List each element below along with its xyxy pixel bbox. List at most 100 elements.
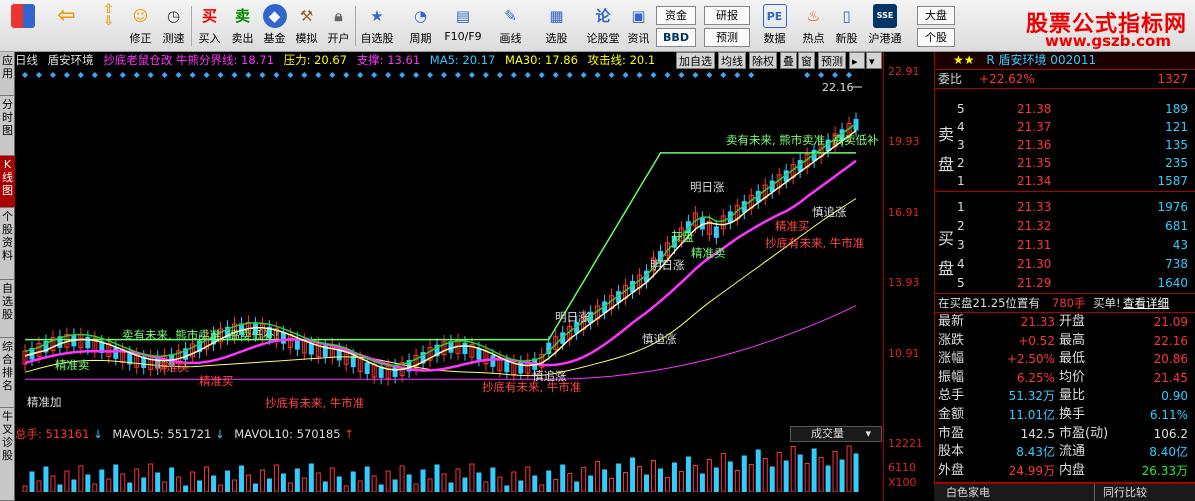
simulate-button[interactable]: ⚒ 模拟 (290, 4, 323, 50)
weibi-diff: 1327 (1157, 72, 1188, 86)
signal-diamond (259, 72, 266, 78)
open-account-button[interactable]: 🔒︎ 开户 (322, 4, 355, 50)
volume-bar (748, 464, 754, 492)
tab-timeshare[interactable]: 分时图 (0, 96, 15, 156)
add-watchlist-button[interactable]: 加自选 (676, 52, 715, 69)
signal-diamond (217, 72, 224, 78)
f10-button[interactable]: ▤ F10/F9 (442, 4, 484, 50)
sell-order-row[interactable]: 2 21.35 235 (935, 155, 1195, 171)
market-button[interactable]: 大盘 (917, 6, 955, 25)
research-button[interactable]: 研报 (704, 6, 750, 25)
order-volume: 235 (1165, 156, 1188, 170)
volume-bar (713, 467, 719, 492)
data-button[interactable]: PE 数据 (758, 4, 791, 50)
quote-label: 内盘 (1059, 462, 1086, 478)
sell-order-row[interactable]: 1 21.34 1587 (935, 173, 1195, 189)
tab-ranking[interactable]: 综合排名 (0, 338, 15, 408)
exright-button[interactable]: 除权 (749, 52, 777, 69)
bbd-button[interactable]: BBD (656, 28, 696, 47)
volume-dropdown[interactable]: 成交量 ▾ (790, 426, 882, 442)
refresh-button[interactable]: ☺ 修正 (124, 4, 157, 50)
order-level: 4 (957, 257, 965, 271)
hk-connect-button[interactable]: SSE 沪港通 (864, 4, 906, 50)
ma5-value: MA5: 20.17 (429, 53, 496, 67)
window-button[interactable]: 窗 (798, 52, 815, 69)
signal-diamond (189, 72, 196, 78)
tab-watchlist[interactable]: 自选股 (0, 280, 15, 338)
predict-button[interactable]: 预测 (818, 52, 846, 69)
order-price: 21.31 (1017, 238, 1052, 252)
forum-button[interactable]: 论 论股堂 (582, 4, 624, 50)
data-label: 数据 (763, 32, 786, 45)
expand-arrow-button[interactable]: ▸ (849, 52, 865, 69)
volume-bar (567, 473, 573, 492)
order-volume: 135 (1165, 138, 1188, 152)
grid-button[interactable] (6, 4, 39, 50)
down-arrow-icon: ↓ (214, 427, 225, 441)
order-price: 21.38 (1017, 102, 1052, 116)
volume-bar (399, 465, 405, 492)
back-arrow-icon: ⇦ (57, 3, 76, 28)
quote-row: 涨幅 +2.50% 最低 20.86 (935, 351, 1195, 367)
new-stock-button[interactable]: ▯ 新股 (830, 4, 863, 50)
peer-compare-tab[interactable]: 同行比较 (1094, 484, 1147, 501)
signal-diamond (315, 72, 322, 78)
kline-chart[interactable]: 22.16 卖有未来, 熊市卖准, 高卖低补! 卖有未来, 熊市卖准, 高卖低补… (15, 69, 883, 425)
chevron-down-icon: ▾ (865, 427, 872, 440)
sector-tab[interactable]: 白色家电 (946, 484, 990, 501)
tab-diagnosis[interactable]: 牛叉诊股 (0, 408, 15, 501)
volume-bar (637, 466, 643, 492)
back-button[interactable]: ⇦ (50, 4, 83, 50)
signal-buy-label-3: 精准买 (775, 219, 810, 233)
volume-bar (727, 461, 733, 492)
screen-button[interactable]: ▦ 选股 (540, 4, 573, 50)
hot-button[interactable]: ♨ 热点 (797, 4, 830, 50)
sell-order-row[interactable]: 5 21.38 189 (935, 101, 1195, 117)
tab-apps[interactable]: 应用 (0, 52, 15, 96)
buy-order-row[interactable]: 2 21.32 681 (935, 218, 1195, 234)
order-volume: 1976 (1157, 200, 1188, 214)
signal-diamond (678, 72, 685, 78)
period-icon: ◔ (413, 7, 428, 25)
volume-bar (155, 472, 161, 492)
weibi-label: 委比 (938, 72, 963, 86)
total-volume: 总手: 513161 (15, 427, 90, 441)
volume-bar (839, 459, 845, 492)
view-detail-link[interactable]: 查看详细 (1123, 295, 1169, 311)
sell-order-row[interactable]: 3 21.36 135 (935, 137, 1195, 153)
sell-order-row[interactable]: 4 21.37 121 (935, 119, 1195, 135)
up-down-button[interactable]: ⇧ ⇩ (92, 3, 125, 50)
period-button[interactable]: ◔ 周期 (404, 4, 437, 50)
volume-bar (120, 473, 126, 492)
volume-bar (232, 479, 237, 492)
screen-label: 选股 (545, 32, 568, 45)
quote-value: 22.16 (1153, 333, 1188, 348)
buy-order-row[interactable]: 5 21.29 1640 (935, 275, 1195, 291)
buy-order-row[interactable]: 4 21.30 738 (935, 256, 1195, 272)
quote-label: 最新 (938, 314, 965, 329)
speedtest-button[interactable]: ◷ 测速 (157, 4, 190, 50)
news-button[interactable]: ▣ 资讯 (622, 4, 655, 50)
forecast-button[interactable]: 预测 (704, 28, 750, 47)
axis-tick-label: 19.93 (888, 135, 920, 148)
volume-bar (364, 466, 370, 492)
buy-order-row[interactable]: 3 21.31 43 (935, 237, 1195, 253)
draw-button[interactable]: ✎ 画线 (494, 4, 527, 50)
tab-stock-info[interactable]: 个股资料 (0, 208, 15, 280)
buy-button[interactable]: 买 买入 (193, 4, 226, 50)
overlay-button[interactable]: 叠 (780, 52, 797, 69)
buy-order-row[interactable]: 1 21.33 1976 (935, 199, 1195, 215)
quote-label: 流通 (1059, 444, 1086, 460)
tab-kline[interactable]: K线图 (0, 156, 15, 208)
order-volume: 681 (1165, 219, 1188, 233)
volume-bar (141, 477, 147, 492)
watchlist-button[interactable]: ★ 自选股 (356, 4, 398, 50)
volume-bar (783, 460, 789, 492)
capital-button[interactable]: 资金 (656, 6, 696, 25)
ma-button[interactable]: 均线 (718, 52, 746, 69)
fund-button[interactable]: ◆ 基金 (258, 4, 291, 50)
menu-arrow-button[interactable]: ▾ (866, 52, 882, 69)
sell-button[interactable]: 卖 卖出 (226, 4, 259, 50)
single-stock-button[interactable]: 个股 (917, 28, 955, 47)
forum-icon: 论 (595, 7, 611, 25)
